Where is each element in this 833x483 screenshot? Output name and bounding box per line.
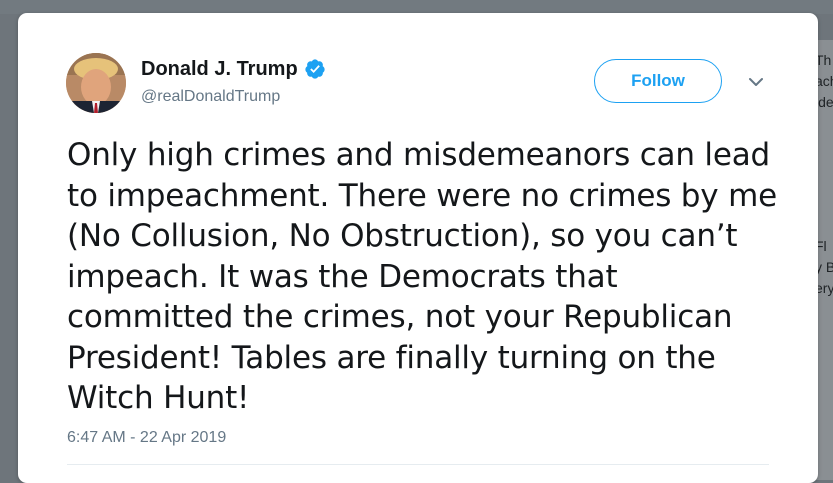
tweet-text-line: Only high crimes and misdemeanors can le… <box>67 137 770 173</box>
verified-badge-icon <box>304 58 326 80</box>
tweet-text: Only high crimes and misdemeanors can le… <box>67 135 787 419</box>
author-display-name[interactable]: Donald J. Trump <box>141 58 298 81</box>
author-handle[interactable]: @realDonaldTrump <box>141 88 280 106</box>
tweet-text-line: (No Collusion, No Obstruction), so you c… <box>67 218 738 254</box>
tweet-timestamp[interactable]: 6:47 AM - 22 Apr 2019 <box>67 429 226 447</box>
tweet-text-line: to impeachment. There were no crimes by … <box>67 177 777 214</box>
tweet-text-line: impeach. It was the Democrats that <box>67 258 618 295</box>
divider <box>67 464 769 465</box>
tweet-text-line: committed the crimes, not your Republica… <box>67 299 733 335</box>
tweet-card: Donald J. Trump @realDonaldTrump Follow … <box>18 13 818 483</box>
tweet-text-line: President! Tables are finally turning on… <box>67 339 716 376</box>
chevron-down-icon[interactable] <box>748 75 764 87</box>
follow-button[interactable]: Follow <box>594 59 722 103</box>
backdrop-top <box>0 0 833 14</box>
avatar[interactable] <box>66 53 126 113</box>
author-name-row: Donald J. Trump <box>141 57 326 81</box>
avatar-photo <box>66 53 126 113</box>
tweet-text-line: Witch Hunt! <box>67 380 250 416</box>
